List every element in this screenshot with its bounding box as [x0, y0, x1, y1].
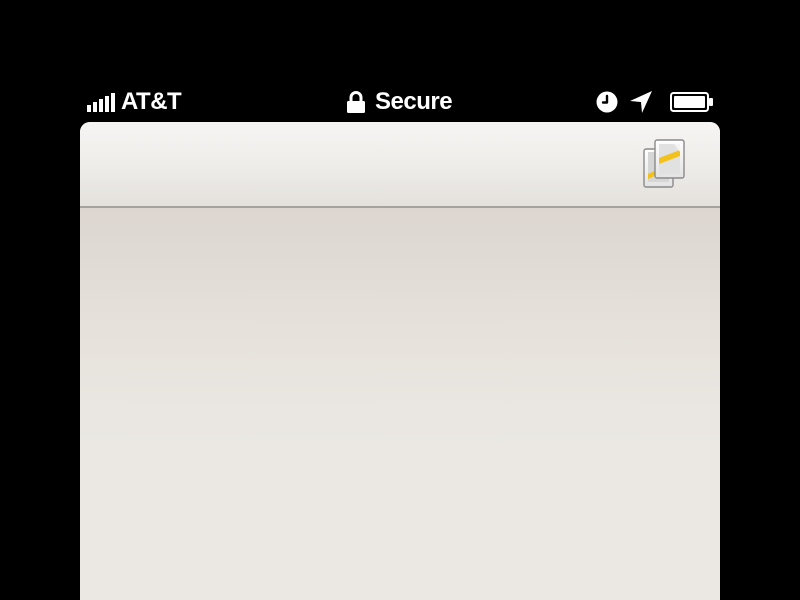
carrier-info: AT&T [87, 88, 182, 116]
secure-label: Secure [375, 88, 453, 115]
lock-icon [347, 91, 365, 113]
toolbar [80, 122, 720, 208]
alarm-clock-icon [596, 91, 618, 113]
location-arrow-icon [630, 91, 652, 113]
content-area[interactable] [80, 208, 720, 600]
status-bar: AT&T Secure [0, 80, 800, 122]
secure-indicator: Secure [346, 88, 453, 116]
signal-icon [87, 92, 115, 112]
battery-icon [670, 92, 713, 112]
carrier-name: AT&T [121, 88, 182, 115]
app-screen [80, 122, 720, 600]
pages-icon[interactable] [642, 138, 688, 190]
